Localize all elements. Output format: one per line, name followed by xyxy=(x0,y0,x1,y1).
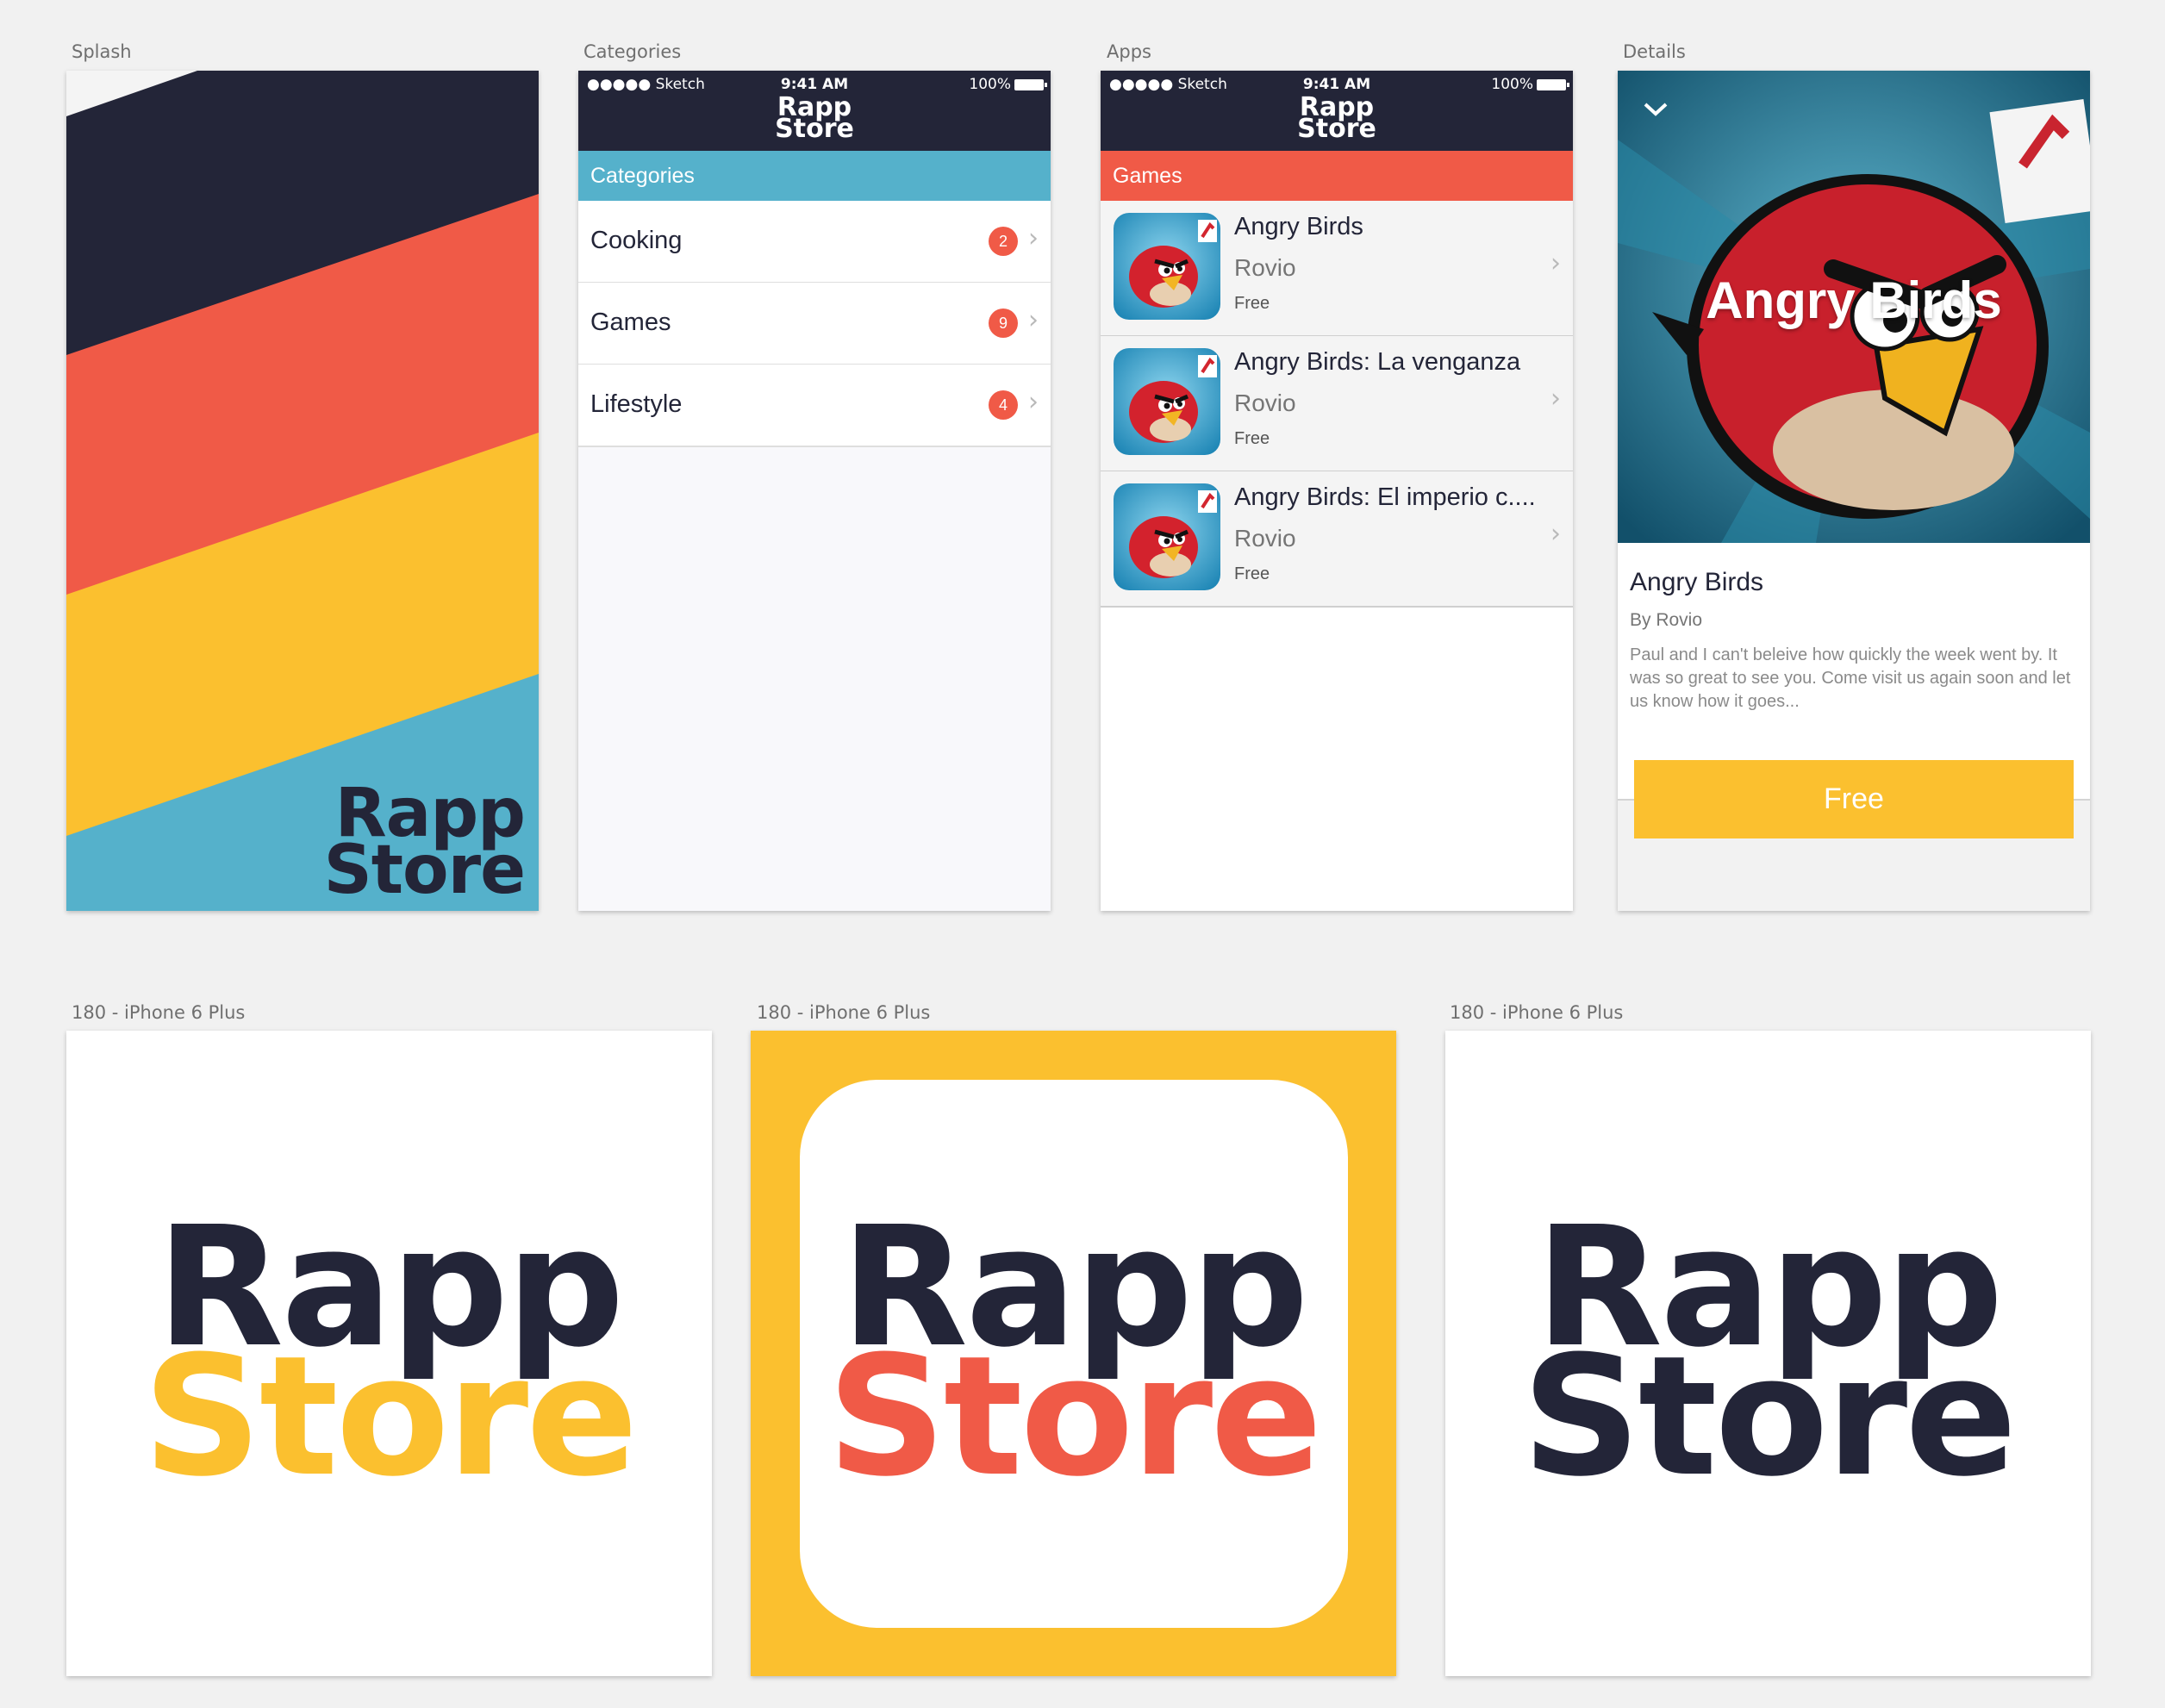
category-label: Lifestyle xyxy=(590,390,683,418)
chevron-right-icon: › xyxy=(1028,223,1039,253)
artboard-label-icon-1: 180 - iPhone 6 Plus xyxy=(72,1002,246,1023)
chevron-right-icon: › xyxy=(1028,387,1039,417)
category-label: Cooking xyxy=(590,227,683,254)
status-bar: ●●●●● Sketch 9:41 AM 100% Rapp Store xyxy=(1101,71,1573,151)
artboard-label-icon-3: 180 - iPhone 6 Plus xyxy=(1450,1002,1624,1023)
artboard-label-icon-2: 180 - iPhone 6 Plus xyxy=(757,1002,931,1023)
app-row[interactable]: Angry Birds Rovio Free › xyxy=(1101,201,1573,337)
splash-logo: Rapp Store xyxy=(323,780,526,909)
artboard-label-splash: Splash xyxy=(72,41,132,62)
icon-logo: Rapp Store xyxy=(1445,1206,2091,1513)
count-badge: 9 xyxy=(989,309,1018,338)
app-name: Angry Birds: El imperio c.... xyxy=(1234,483,1536,511)
category-row-lifestyle[interactable]: Lifestyle 4 › xyxy=(578,365,1051,447)
app-price: Free xyxy=(1234,294,1270,313)
app-name: Angry Birds xyxy=(1234,213,1363,240)
app-developer: Rovio xyxy=(1234,254,1296,281)
details-artboard[interactable]: Angry Birds Angry Birds By Rovio Paul an… xyxy=(1618,71,2090,911)
nav-logo: Rapp Store xyxy=(1101,95,1573,144)
hero-title: Angry Birds xyxy=(1706,271,2002,329)
section-header-label: Categories xyxy=(590,164,695,188)
battery-icon xyxy=(1014,78,1047,90)
app-row[interactable]: Angry Birds: La venganza Rovio Free › xyxy=(1101,336,1573,472)
count-badge: 2 xyxy=(989,227,1018,256)
angry-birds-app-icon xyxy=(1114,213,1220,320)
count-badge: 4 xyxy=(989,390,1018,420)
artboard-label-categories: Categories xyxy=(583,41,682,62)
battery-indicator: 100% xyxy=(969,76,1047,93)
app-row[interactable]: Angry Birds: El imperio c.... Rovio Free… xyxy=(1101,471,1573,608)
battery-label: 100% xyxy=(969,76,1011,93)
splash-logo-line2: Store xyxy=(323,832,526,909)
section-header: Games xyxy=(1101,151,1573,201)
chevron-right-icon: › xyxy=(1550,383,1561,414)
icon-logo-line2: Store xyxy=(142,1321,639,1513)
apps-artboard[interactable]: ●●●●● Sketch 9:41 AM 100% Rapp Store Gam… xyxy=(1101,71,1573,911)
battery-indicator: 100% xyxy=(1491,76,1569,93)
categories-artboard[interactable]: ●●●●● Sketch 9:41 AM 100% Rapp Store Cat… xyxy=(578,71,1051,911)
section-header-label: Games xyxy=(1113,164,1182,188)
chevron-right-icon: › xyxy=(1550,519,1561,549)
artboard-label-apps: Apps xyxy=(1107,41,1151,62)
app-icon-artboard-3[interactable]: Rapp Store xyxy=(1445,1031,2091,1676)
battery-label: 100% xyxy=(1491,76,1533,93)
app-price: Free xyxy=(1234,429,1270,448)
chevron-right-icon: › xyxy=(1550,248,1561,278)
get-free-button[interactable]: Free xyxy=(1634,760,2074,838)
category-row-games[interactable]: Games 9 › xyxy=(578,283,1051,365)
icon-logo-line2: Store xyxy=(827,1321,1323,1513)
splash-artboard[interactable]: Rapp Store xyxy=(66,71,539,911)
app-developer: Rovio xyxy=(1234,390,1296,416)
app-name: Angry Birds: La venganza xyxy=(1234,348,1521,376)
nav-logo-line2: Store xyxy=(1297,114,1376,144)
app-description: Paul and I can't beleive how quickly the… xyxy=(1630,645,2071,711)
angry-birds-app-icon xyxy=(1114,483,1220,590)
icon-logo-line2: Store xyxy=(1521,1321,2018,1513)
chevron-down-icon[interactable] xyxy=(1642,100,1669,123)
status-bar: ●●●●● Sketch 9:41 AM 100% Rapp Store xyxy=(578,71,1051,151)
chevron-right-icon: › xyxy=(1028,305,1039,335)
category-row-cooking[interactable]: Cooking 2 › xyxy=(578,201,1051,284)
battery-icon xyxy=(1537,78,1569,90)
icon-logo: Rapp Store xyxy=(751,1206,1396,1513)
section-header: Categories xyxy=(578,151,1051,201)
artboard-label-details: Details xyxy=(1623,41,1686,62)
nav-logo: Rapp Store xyxy=(578,95,1051,144)
app-icon-artboard-2[interactable]: Rapp Store xyxy=(751,1031,1396,1676)
app-price: Free xyxy=(1234,564,1270,583)
nav-logo-line2: Store xyxy=(775,114,854,144)
category-label: Games xyxy=(590,309,671,336)
angry-birds-app-icon xyxy=(1114,348,1220,455)
app-developer: By Rovio xyxy=(1630,610,1703,630)
app-developer: Rovio xyxy=(1234,525,1296,552)
icon-logo: Rapp Store xyxy=(66,1206,712,1513)
app-icon-artboard-1[interactable]: Rapp Store xyxy=(66,1031,712,1676)
app-title: Angry Birds xyxy=(1630,568,1764,596)
